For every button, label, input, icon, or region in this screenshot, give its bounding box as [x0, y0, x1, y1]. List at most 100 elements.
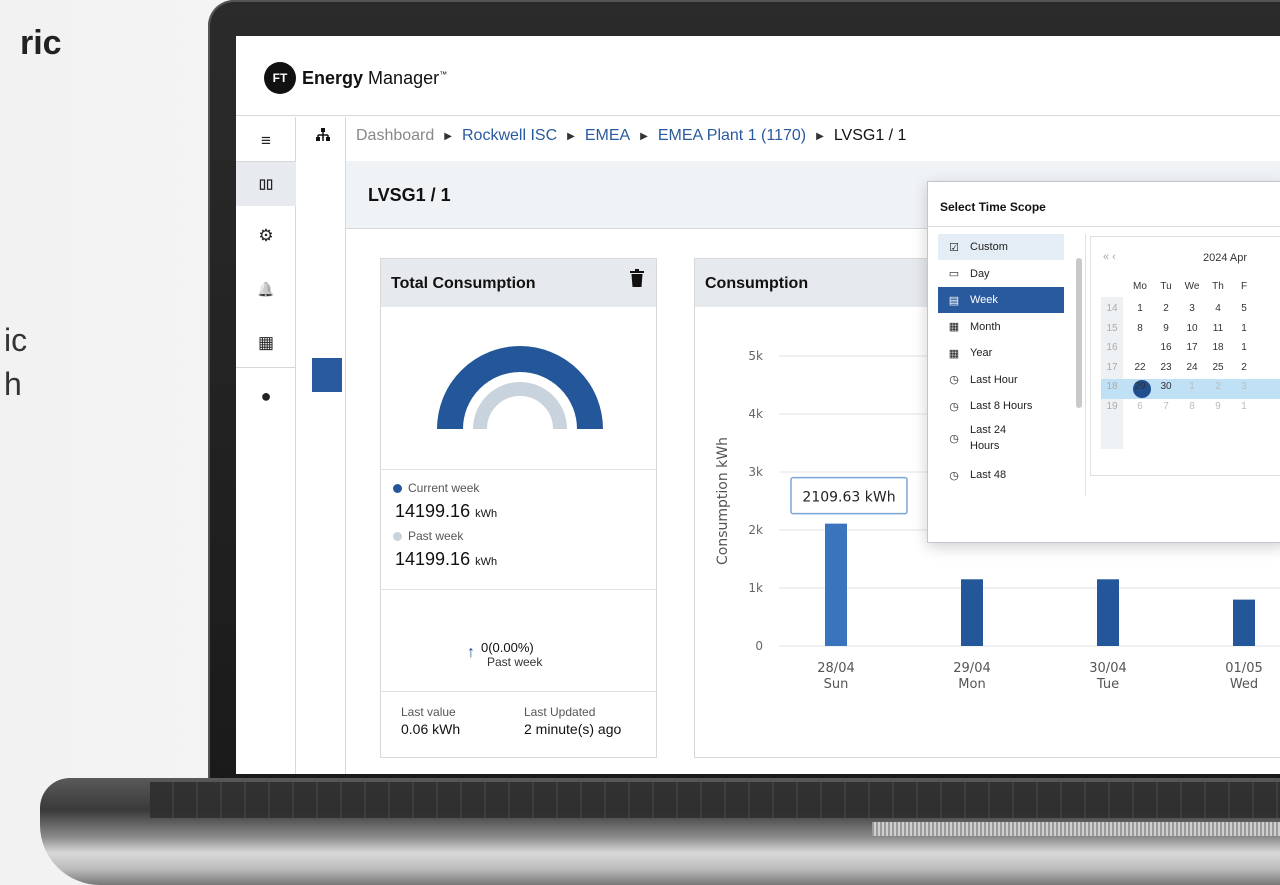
time-scope-list: ☑ Custom ▭ Day ▤ Week ▦ Month ▦ Year ◷ Last Hour ◷ La…	[938, 234, 1086, 496]
delta-indicator: ↑ 0(0.00%) Past week	[467, 640, 543, 669]
last-value-label: Last value	[401, 705, 456, 719]
rail-divider	[236, 367, 296, 368]
calendar-day[interactable]: 16	[1155, 342, 1177, 353]
bar[interactable]	[1097, 579, 1119, 646]
chevron-right-icon: ▶	[567, 130, 575, 142]
gauge-past-arc	[473, 382, 567, 430]
legend-current: Current week	[393, 481, 479, 495]
calendar-day[interactable]: 2	[1207, 381, 1229, 392]
trash-icon[interactable]	[630, 269, 644, 287]
breadcrumb-emea[interactable]: EMEA	[585, 127, 630, 145]
calendar-day[interactable]: 6	[1129, 401, 1151, 412]
page-title: LVSG1 / 1	[368, 185, 451, 205]
calendar-day[interactable]: 4	[1207, 303, 1229, 314]
card-divider	[381, 589, 656, 590]
bar[interactable]	[961, 579, 983, 646]
chevron-right-icon: ▶	[640, 130, 648, 142]
calendar-day[interactable]: 9	[1207, 401, 1229, 412]
total-consumption-card: Total Consumption Current week 14199.16 …	[380, 258, 657, 758]
clock-icon: ◷	[949, 469, 959, 482]
breadcrumb-current: LVSG1 / 1	[833, 127, 907, 144]
calendar-day[interactable]: 1	[1233, 323, 1255, 334]
time-scope-last-24-hours[interactable]: ◷ Last 24 Hours	[938, 420, 1064, 458]
calendar-day[interactable]: 17	[1181, 342, 1203, 353]
calendar-day[interactable]: 2	[1155, 303, 1177, 314]
clock-icon: ◷	[949, 374, 959, 386]
calendar-day[interactable]: 29	[1129, 381, 1151, 392]
breadcrumb-emea-plant[interactable]: EMEA Plant 1 (1170)	[658, 127, 806, 145]
time-scope-month[interactable]: ▦ Month	[938, 314, 1064, 340]
calendar-day[interactable]: 2	[1233, 362, 1255, 373]
x-tick-day: Sun	[824, 677, 849, 692]
calendar-day[interactable]: 22	[1129, 362, 1151, 373]
breadcrumb-dashboard[interactable]: Dashboard	[356, 127, 434, 145]
week-number: 19	[1106, 401, 1118, 412]
hierarchy-icon[interactable]	[316, 127, 330, 145]
last-updated: 2 minute(s) ago	[524, 721, 622, 737]
x-tick-day: Wed	[1230, 677, 1258, 692]
app-logo[interactable]: FT Energy Manager™	[264, 62, 447, 94]
time-scope-day[interactable]: ▭ Day	[938, 261, 1064, 287]
week-number: 18	[1106, 381, 1118, 393]
weekday-header: F	[1240, 281, 1248, 292]
calendar-day[interactable]: 5	[1233, 303, 1255, 314]
bar[interactable]	[825, 523, 847, 646]
calendar-day[interactable]: 1	[1233, 342, 1255, 353]
y-axis-label: Consumption kWh	[715, 437, 731, 565]
calendar-day[interactable]: 30	[1155, 381, 1177, 392]
calendar-day[interactable]: 8	[1129, 323, 1151, 334]
calendar-day[interactable]: 3	[1233, 381, 1255, 392]
ft-logo-icon: FT	[264, 62, 296, 94]
card-divider	[381, 691, 656, 692]
calendar-week-icon: ▤	[948, 294, 960, 307]
time-scope-last-48[interactable]: ◷ Last 48	[938, 462, 1064, 488]
calendar-day[interactable]: 9	[1155, 323, 1177, 334]
y-tick-label: 3k	[748, 465, 763, 479]
time-scope-label: Custom	[970, 241, 1008, 253]
time-scope-label: Month	[970, 320, 1001, 333]
calendar-day[interactable]: 1	[1129, 303, 1151, 314]
week-number: 17	[1106, 361, 1118, 373]
time-scope-custom[interactable]: ☑ Custom	[938, 234, 1064, 260]
dashboard-icon[interactable]: ▯▯	[236, 162, 296, 206]
calendar-day[interactable]: 11	[1207, 323, 1229, 334]
calendar-day[interactable]: 15	[1129, 342, 1151, 353]
calendar-day[interactable]: 24	[1181, 362, 1203, 373]
calendar-prev-icon[interactable]: « ‹	[1103, 251, 1116, 263]
calendar-day[interactable]: 23	[1155, 362, 1177, 373]
time-scope-label: Last 24 Hours	[970, 424, 1007, 452]
time-scope-popup: Select Time Scope ☑ Custom ▭ Day ▤ Week ▦ Month…	[927, 181, 1280, 543]
time-scope-last-8-hours[interactable]: ◷ Last 8 Hours	[938, 393, 1064, 419]
bell-icon[interactable]: 🔔	[236, 267, 296, 311]
weekday-header: Mo	[1133, 281, 1147, 292]
y-tick-label: 0	[755, 639, 763, 653]
calendar-title[interactable]: 2024 Apr	[1203, 252, 1247, 264]
time-scope-year[interactable]: ▦ Year	[938, 340, 1064, 366]
calendar-day[interactable]: 3	[1181, 303, 1203, 314]
gear-icon[interactable]: ⚙	[236, 214, 296, 258]
calendar-day[interactable]: 1	[1233, 401, 1255, 412]
calendar-day[interactable]: 7	[1155, 401, 1177, 412]
y-tick-label: 5k	[748, 349, 763, 363]
time-scope-label: Last 48	[970, 469, 1007, 481]
calendar-day[interactable]: 1	[1181, 381, 1203, 392]
menu-icon[interactable]: ≡	[236, 119, 296, 163]
week-number: 14	[1106, 303, 1118, 314]
laptop-keyboard	[150, 782, 1280, 818]
calendar-day[interactable]: 25	[1207, 362, 1229, 373]
time-scope-last-hour[interactable]: ◷ Last Hour	[938, 367, 1064, 393]
time-scope-week[interactable]: ▤ Week	[938, 287, 1064, 313]
ft-logo-icon[interactable]: ●	[236, 374, 296, 418]
scrollbar[interactable]	[1076, 258, 1082, 408]
time-scope-label: Last Hour	[970, 373, 1018, 386]
rail-active-marker	[312, 358, 342, 392]
calendar-day[interactable]: 10	[1181, 323, 1203, 334]
bar[interactable]	[1233, 599, 1255, 646]
chevron-right-icon: ▶	[816, 130, 824, 142]
calendar-day[interactable]: 18	[1207, 342, 1229, 353]
calendar-check-icon: ☑	[949, 241, 959, 254]
breadcrumb-rockwell-isc[interactable]: Rockwell ISC	[462, 127, 557, 145]
calendar-day[interactable]: 8	[1181, 401, 1203, 412]
legend-past: Past week	[393, 529, 463, 543]
report-icon[interactable]: ▦	[236, 321, 296, 365]
